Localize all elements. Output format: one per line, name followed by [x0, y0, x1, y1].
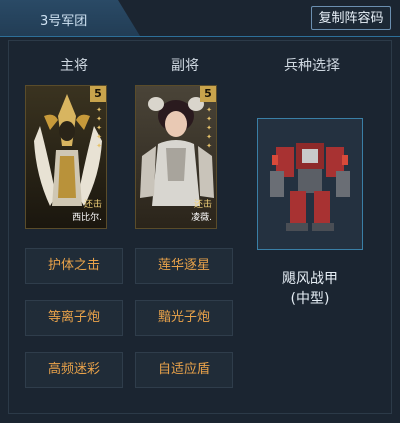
main-general-heading: 主将: [60, 58, 88, 74]
legion-tab-label: 3号军团: [40, 14, 88, 29]
skill-button[interactable]: 自适应盾: [135, 352, 233, 388]
main-general-name: 西比尔.: [72, 213, 102, 223]
vice-general-heading: 副将: [171, 58, 199, 74]
unit-select-slot[interactable]: [257, 118, 363, 250]
vice-general-card[interactable]: 5 ✦ ✦ ✦ ✦ ✦ 还击 凌薇.: [135, 85, 217, 229]
skill-button[interactable]: 高频迷彩: [25, 352, 123, 388]
unit-type: (中型): [290, 291, 330, 307]
tab-divider: [0, 36, 400, 37]
vice-general-name: 凌薇.: [191, 213, 212, 223]
unit-name: 飓风战甲: [282, 271, 338, 287]
hurricane-mech-icon: [270, 143, 350, 231]
vice-general-tag: 还击: [193, 200, 212, 210]
main-general-level-badge: 5: [90, 86, 106, 102]
main-general-card[interactable]: 5 ✦ ✦ ✦ ✦ ✦ 还击 西比尔.: [25, 85, 107, 229]
skill-button[interactable]: 等离子炮: [25, 300, 123, 336]
main-general-tag: 还击: [83, 200, 102, 210]
vice-general-level-badge: 5: [200, 86, 216, 102]
skill-button[interactable]: 莲华逐星: [135, 248, 233, 284]
skill-button[interactable]: 护体之击: [25, 248, 123, 284]
unit-select-heading: 兵种选择: [284, 58, 340, 74]
vice-general-star-icons: ✦ ✦ ✦ ✦ ✦: [206, 106, 212, 150]
copy-lineup-code-button[interactable]: 复制阵容码: [311, 6, 391, 30]
main-general-star-icons: ✦ ✦ ✦ ✦ ✦: [96, 106, 102, 150]
skill-button[interactable]: 黯光子炮: [135, 300, 233, 336]
